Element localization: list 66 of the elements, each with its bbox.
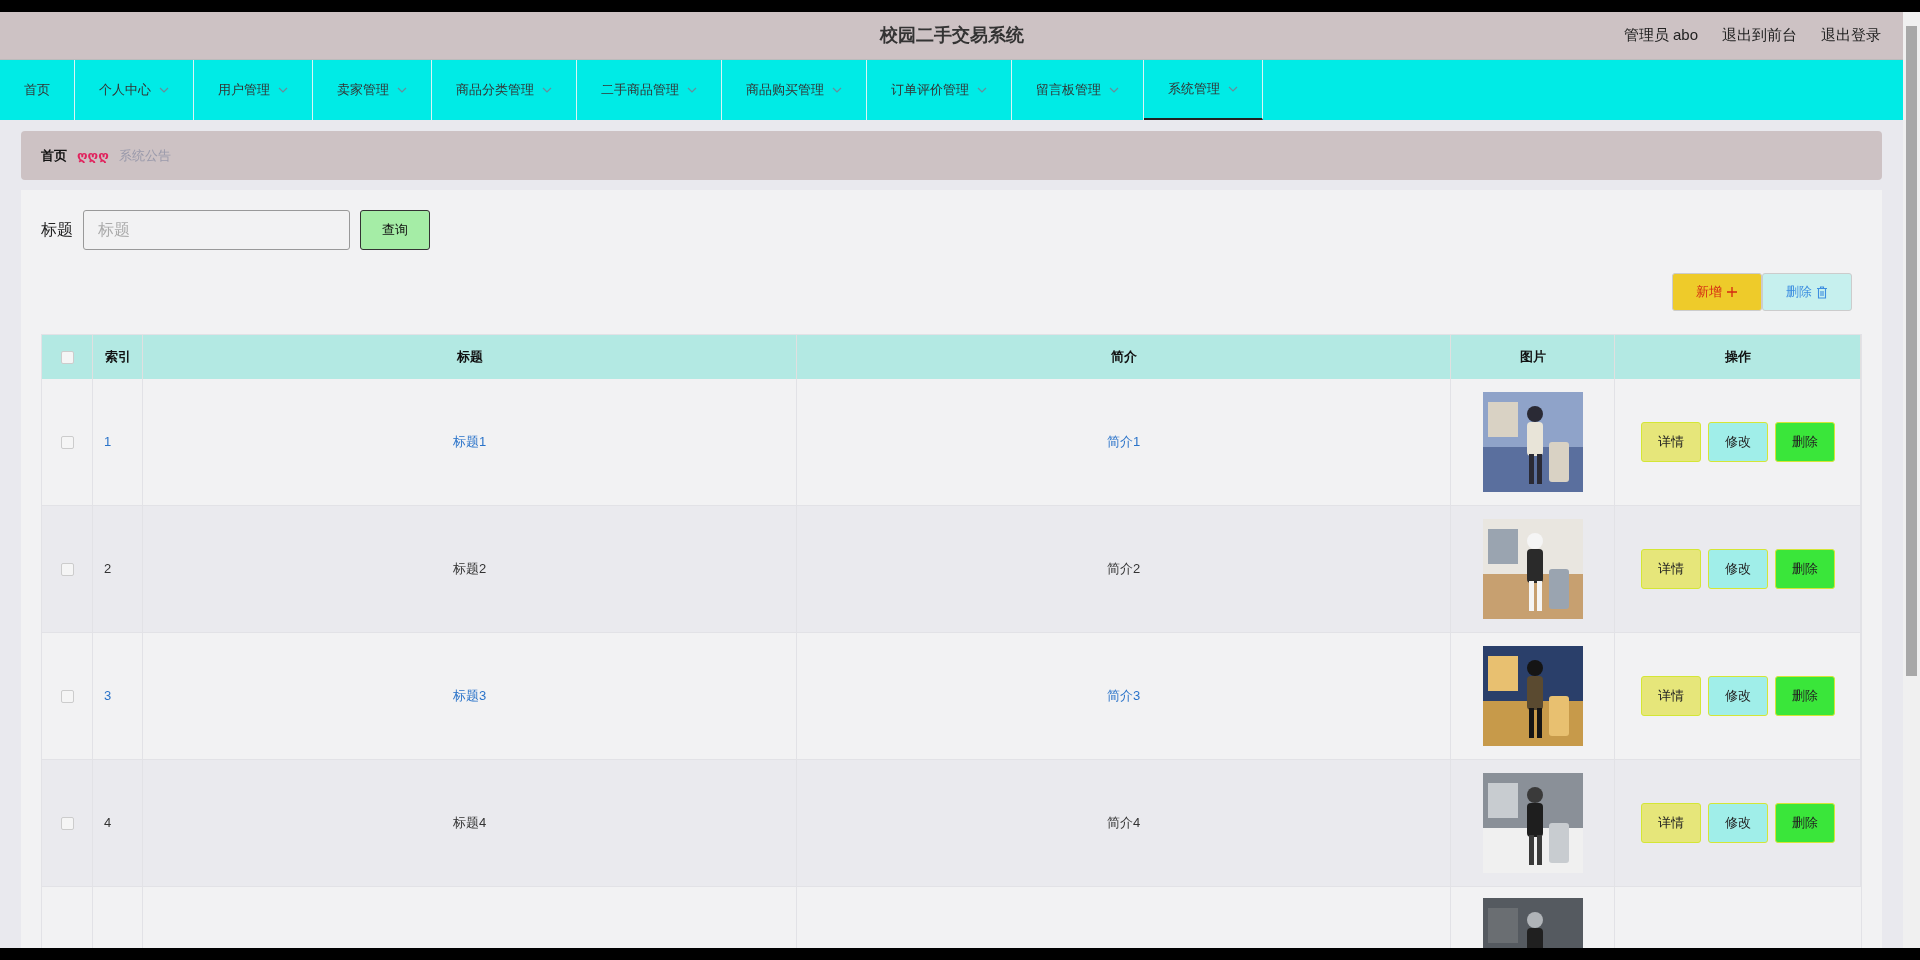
breadcrumb-home[interactable]: 首页 xyxy=(41,145,67,166)
nav-tab[interactable]: 用户管理 xyxy=(194,60,313,120)
table-cell: 简介4 xyxy=(797,760,1451,887)
table-cell: 4 xyxy=(93,760,143,887)
table-cell: 3 xyxy=(93,633,143,760)
header-cell: 操作 xyxy=(1615,335,1861,379)
table-cell: 标题4 xyxy=(143,760,797,887)
search-field[interactable]: 标题 xyxy=(83,210,350,250)
search-label: 标题 xyxy=(41,220,73,240)
app-title: 校园二手交易系统 xyxy=(879,24,1024,47)
header-link[interactable]: 退出到前台 xyxy=(1722,24,1797,47)
search-button[interactable]: 查询 xyxy=(360,210,430,250)
row-checkbox[interactable] xyxy=(60,562,74,576)
table-cell: 标题3 xyxy=(143,633,797,760)
nav-tab[interactable]: 首页 xyxy=(0,60,75,120)
row-checkbox[interactable] xyxy=(60,816,74,830)
header-cell: 图片 xyxy=(1451,335,1615,379)
nav-tab[interactable]: 卖家管理 xyxy=(313,60,432,120)
nav-tab[interactable]: 个人中心 xyxy=(75,60,194,120)
header-link[interactable]: 退出登录 xyxy=(1821,24,1881,47)
chevron-down-icon xyxy=(832,87,842,93)
breadcrumb-separator: ღღღ xyxy=(77,146,109,165)
table-cell: 2 xyxy=(93,506,143,633)
edit-button[interactable]: 修改 xyxy=(1707,422,1768,462)
edit-button[interactable]: 修改 xyxy=(1707,549,1768,589)
user-name: 管理员 abo xyxy=(1623,25,1698,46)
delete-row-button[interactable]: 删除 xyxy=(1774,422,1835,462)
edit-button[interactable]: 修改 xyxy=(1707,803,1768,843)
chevron-down-icon xyxy=(1109,87,1119,93)
plus-icon xyxy=(1726,286,1738,298)
table-cell: 简介1 xyxy=(797,379,1451,506)
row-checkbox[interactable] xyxy=(60,435,74,449)
chevron-down-icon xyxy=(687,87,697,93)
edit-button[interactable]: 修改 xyxy=(1707,676,1768,716)
scrollbar[interactable] xyxy=(1903,12,1920,948)
details-button[interactable]: 详情 xyxy=(1640,549,1701,589)
nav-tab[interactable]: 商品分类管理 xyxy=(432,60,577,120)
table-cell: 标题2 xyxy=(143,506,797,633)
chevron-down-icon xyxy=(159,87,169,93)
chevron-down-icon xyxy=(542,87,552,93)
nav-tab[interactable]: 订单评价管理 xyxy=(867,60,1012,120)
chevron-down-icon xyxy=(1228,86,1238,92)
details-button[interactable]: 详情 xyxy=(1640,422,1701,462)
delete-row-button[interactable]: 删除 xyxy=(1774,803,1835,843)
header-cell: 标题 xyxy=(143,335,797,379)
table-cell: 简介2 xyxy=(797,506,1451,633)
details-button[interactable]: 详情 xyxy=(1640,676,1701,716)
chevron-down-icon xyxy=(278,87,288,93)
details-button[interactable]: 详情 xyxy=(1640,803,1701,843)
nav-tab[interactable]: 留言板管理 xyxy=(1012,60,1144,120)
header-cell: 索引 xyxy=(93,335,143,379)
table-cell: 1 xyxy=(93,379,143,506)
delete-row-button[interactable]: 删除 xyxy=(1774,549,1835,589)
nav-tab[interactable]: 系统管理 xyxy=(1144,60,1263,120)
nav-tab[interactable]: 商品购买管理 xyxy=(722,60,867,120)
table-cell: 简介3 xyxy=(797,633,1451,760)
delete-row-button[interactable]: 删除 xyxy=(1774,676,1835,716)
chevron-down-icon xyxy=(397,87,407,93)
header-cell: 简介 xyxy=(797,335,1451,379)
row-checkbox[interactable] xyxy=(60,689,74,703)
scrollbar-thumb[interactable] xyxy=(1906,26,1917,676)
trash-icon xyxy=(1816,285,1828,299)
select-all-checkbox[interactable] xyxy=(60,350,74,364)
chevron-down-icon xyxy=(977,87,987,93)
nav-tab[interactable]: 二手商品管理 xyxy=(577,60,722,120)
table-cell: 标题1 xyxy=(143,379,797,506)
